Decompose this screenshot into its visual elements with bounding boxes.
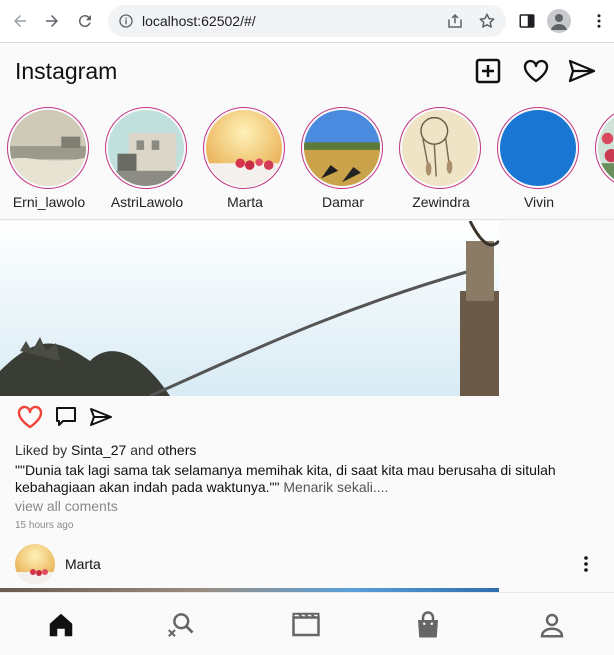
story-item[interactable]: Vivin: [497, 107, 581, 215]
story-name: AstriLawolo: [110, 194, 184, 210]
story-avatar-flowers: [598, 110, 614, 186]
app-title: Instagram: [15, 58, 118, 84]
post-username[interactable]: Marta: [65, 556, 101, 572]
story-avatar-blue: [500, 110, 576, 186]
send-icon[interactable]: [568, 57, 596, 85]
app-bar: Instagram: [0, 43, 614, 99]
caption-more[interactable]: Menarik sekali....: [283, 479, 388, 495]
story-name: Vivin: [523, 194, 555, 210]
reels-icon[interactable]: [290, 609, 322, 641]
story-item[interactable]: AstriLawolo: [105, 107, 189, 215]
story-item[interactable]: Zewindra: [399, 107, 483, 215]
story-item[interactable]: [595, 107, 614, 215]
heart-icon[interactable]: [522, 57, 550, 85]
comment-icon[interactable]: [54, 404, 78, 428]
share-send-icon[interactable]: [89, 405, 113, 429]
post-options-icon[interactable]: [576, 554, 596, 574]
story-name: Erni_lawolo: [12, 194, 86, 210]
add-post-icon[interactable]: [474, 57, 502, 85]
user-avatar[interactable]: [15, 544, 55, 584]
story-avatar-building: [108, 110, 184, 186]
story-avatar-berries: [206, 110, 282, 186]
story-item[interactable]: Damar: [301, 107, 385, 215]
view-comments-link[interactable]: view all coments: [15, 498, 118, 514]
forward-icon[interactable]: [40, 9, 64, 33]
info-icon[interactable]: [118, 13, 134, 29]
back-icon[interactable]: [8, 9, 32, 33]
story-name: Damar: [321, 194, 364, 210]
bottom-navigation: [0, 592, 614, 655]
stories-row: Erni_lawolo AstriLawolo Marta Damar Zewi…: [0, 99, 614, 220]
kebab-menu-icon[interactable]: [590, 12, 608, 30]
share-icon[interactable]: [446, 12, 464, 30]
post-caption: ""Dunia tak lagi sama tak selamanya memi…: [15, 462, 595, 496]
post-time: 15 hours ago: [15, 520, 74, 531]
home-icon[interactable]: [45, 609, 77, 641]
address-bar[interactable]: localhost:62502/#/: [108, 5, 506, 37]
shop-icon[interactable]: [412, 609, 444, 641]
post-image[interactable]: [0, 221, 499, 396]
browser-profile-avatar[interactable]: [547, 9, 571, 33]
story-avatar-beach: [10, 110, 86, 186]
story-avatar-field: [304, 110, 380, 186]
liked-and: and: [130, 442, 154, 458]
liked-prefix: Liked by: [15, 442, 68, 458]
bookmark-star-icon[interactable]: [478, 12, 496, 30]
story-avatar-dreamcatcher: [402, 110, 478, 186]
story-name: Marta: [227, 194, 263, 210]
story-name: Zewindra: [412, 194, 470, 210]
story-item[interactable]: Marta: [203, 107, 287, 215]
profile-icon[interactable]: [536, 609, 568, 641]
liked-by: Liked by Sinta_27 and others: [15, 442, 196, 458]
next-post-header: Marta: [0, 540, 614, 588]
url-text: localhost:62502/#/: [142, 13, 256, 29]
reload-icon[interactable]: [73, 9, 97, 33]
liked-others[interactable]: others: [157, 442, 196, 458]
story-item[interactable]: Erni_lawolo: [7, 107, 91, 215]
like-heart-icon[interactable]: [16, 403, 44, 431]
browser-toolbar: localhost:62502/#/: [0, 0, 614, 43]
side-panel-icon[interactable]: [518, 12, 536, 30]
search-icon[interactable]: [164, 609, 196, 641]
liked-user[interactable]: Sinta_27: [71, 442, 126, 458]
post-actions: [0, 400, 614, 436]
